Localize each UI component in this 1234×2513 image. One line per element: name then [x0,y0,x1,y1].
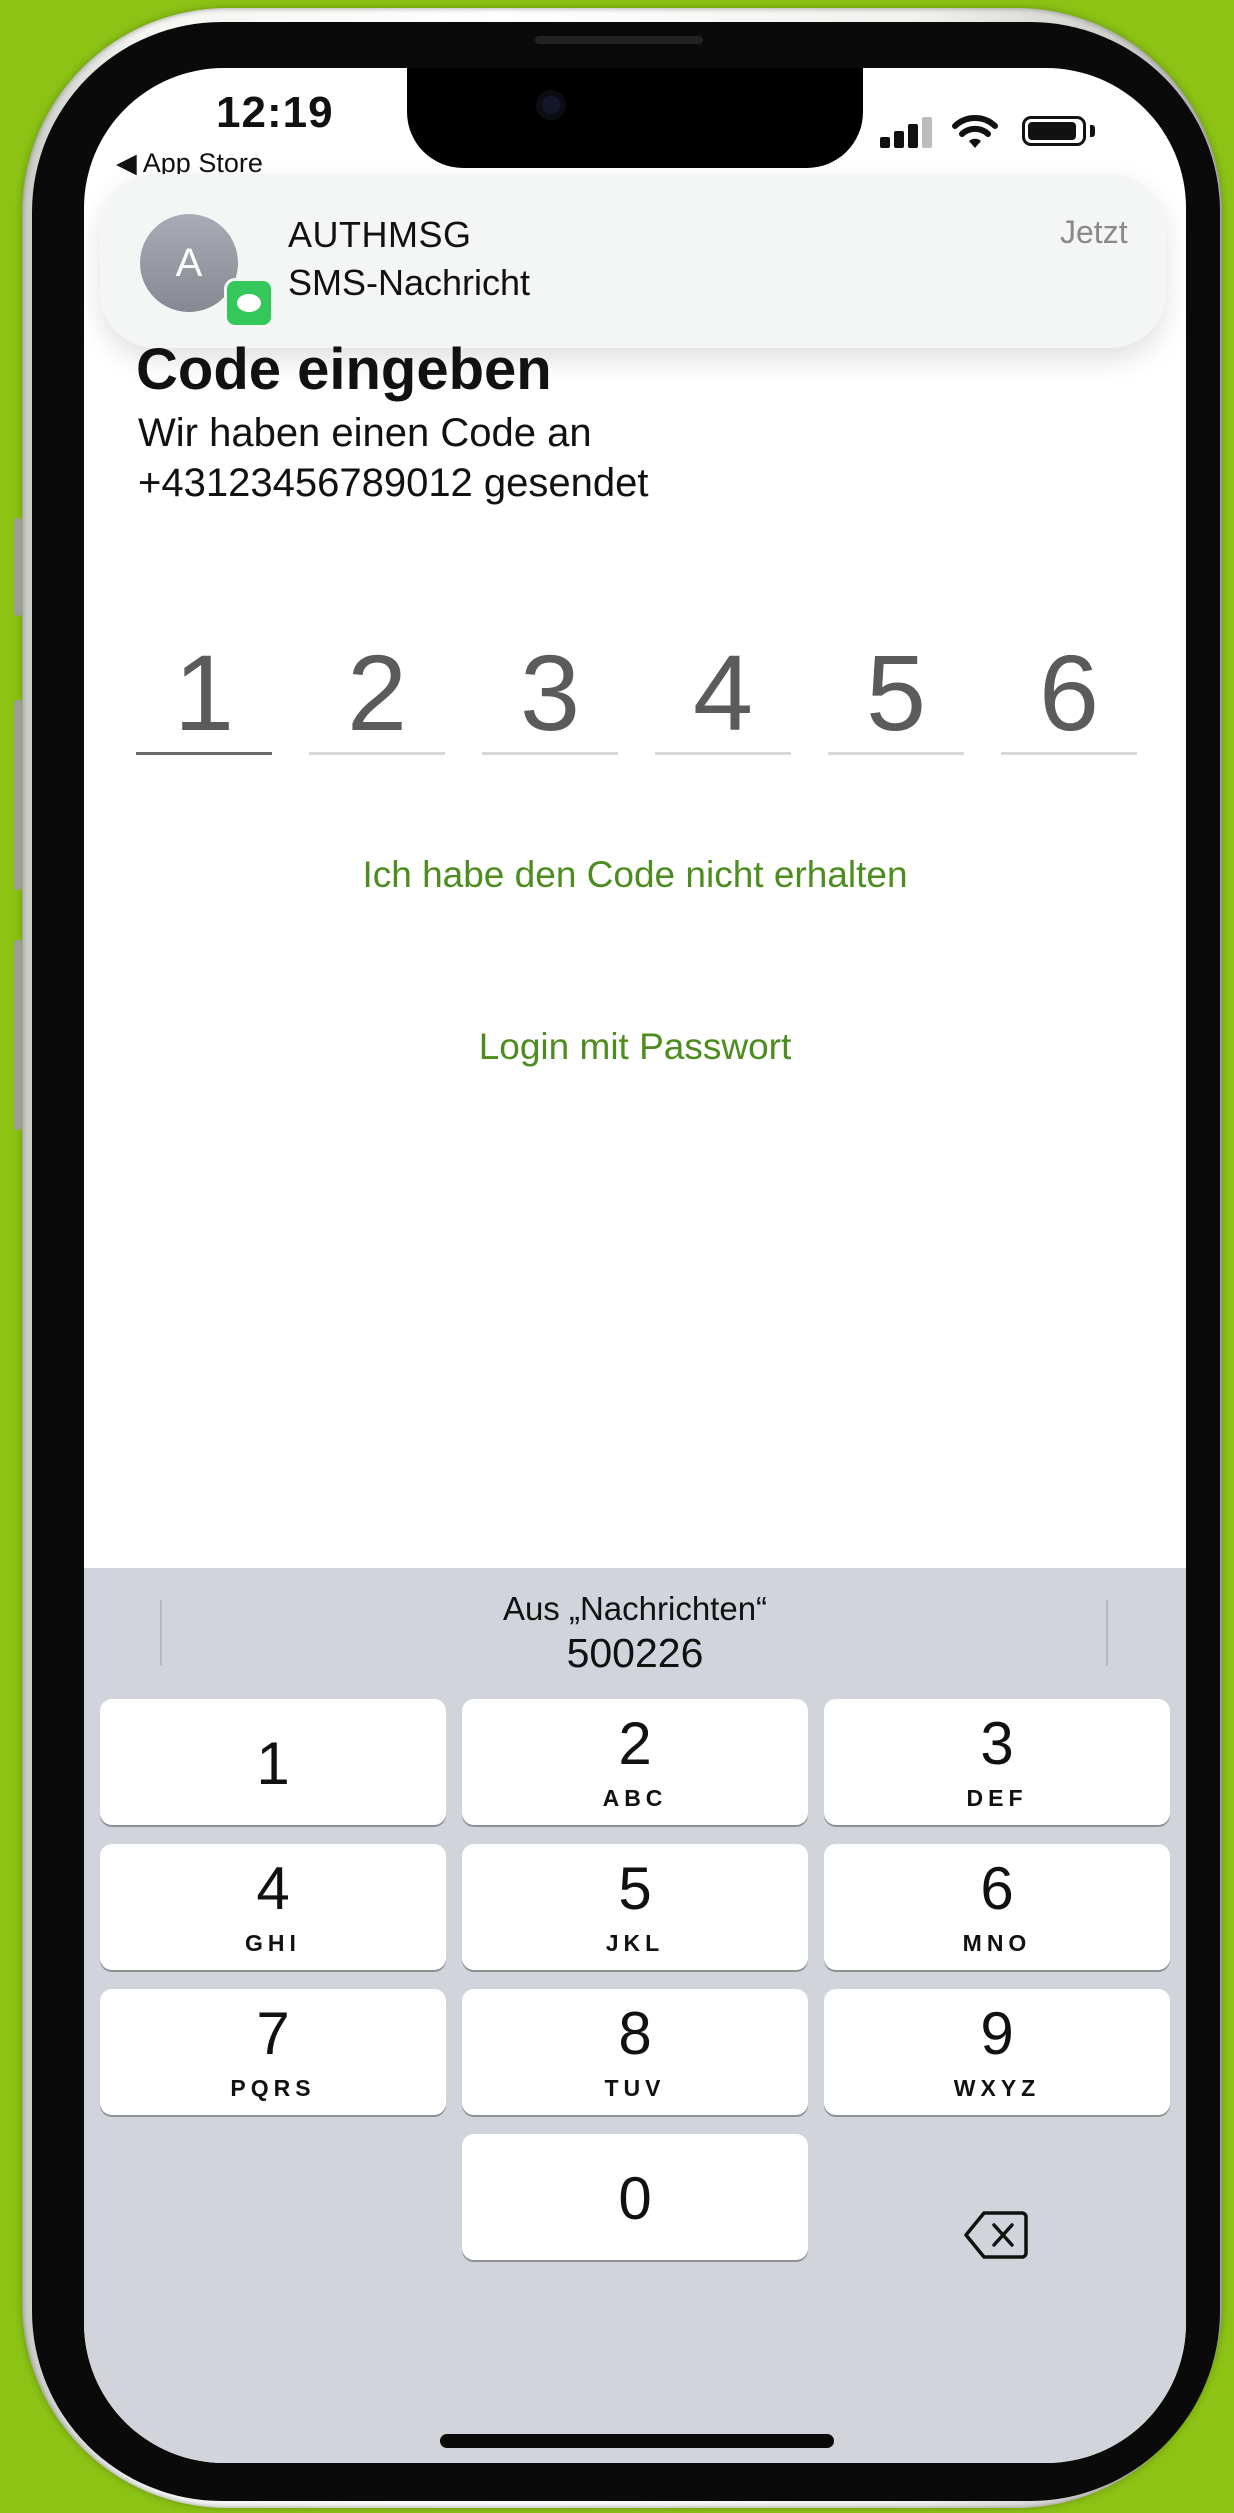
battery-tip [1090,125,1095,137]
key-7-letters: PQRS [230,2075,316,2101]
key-5[interactable]: 5 JKL [462,1844,808,1970]
dynamic-island [407,68,863,168]
key-5-number: 5 [618,1855,652,1922]
key-9-letters: WXYZ [953,2075,1041,2101]
key-3-letters: DEF [966,1785,1028,1811]
page-subtitle: Wir haben einen Code an +43123456789012 … [138,408,649,508]
notification-time: Jetzt [1060,214,1128,250]
page-title: Code eingeben [136,337,552,402]
sms-notification-banner[interactable]: A AUTHMSG SMS-Nachricht Jetzt [100,174,1166,348]
key-1-number: 1 [256,1730,290,1797]
phone-screen: 12:19 ◀ App Store A AUTHMSG SMS-Nachrich… [84,68,1186,2463]
wifi-icon [952,115,998,148]
key-4-number: 4 [256,1855,290,1922]
autofill-code-suggestion[interactable]: 500226 [84,1630,1186,1677]
no-code-received-link[interactable]: Ich habe den Code nicht erhalten [84,854,1186,896]
login-with-password-link[interactable]: Login mit Passwort [84,1026,1186,1068]
code-digit-1[interactable]: 1 [136,638,272,755]
battery-icon [1022,116,1086,146]
key-3[interactable]: 3 DEF [824,1699,1170,1825]
code-digit-6[interactable]: 6 [1001,638,1137,755]
numeric-keyboard: Aus „Nachrichten“ 500226 1 2 ABC 3 DEF 4… [84,1568,1186,2463]
earpiece-speaker [535,36,703,44]
key-4[interactable]: 4 GHI [100,1844,446,1970]
key-6-number: 6 [980,1855,1014,1922]
key-9[interactable]: 9 WXYZ [824,1989,1170,2115]
backspace-icon[interactable] [964,2209,1028,2261]
key-0-number: 0 [618,2165,652,2232]
notification-type: SMS-Nachricht [288,262,531,303]
key-1[interactable]: 1 [100,1699,446,1825]
key-2-number: 2 [618,1710,652,1777]
key-8-number: 8 [618,2000,652,2067]
key-0[interactable]: 0 [462,2134,808,2260]
key-4-letters: GHI [245,1930,301,1956]
messages-app-icon [224,278,274,328]
front-camera [536,90,566,120]
key-7[interactable]: 7 PQRS [100,1989,446,2115]
subtitle-line-1: Wir haben einen Code an [138,411,592,455]
autofill-source[interactable]: Aus „Nachrichten“ [84,1590,1186,1628]
action-button [14,518,22,616]
key-7-number: 7 [256,2000,290,2067]
volume-down-button [14,940,22,1130]
key-6[interactable]: 6 MNO [824,1844,1170,1970]
key-2-letters: ABC [602,1785,668,1811]
key-6-letters: MNO [962,1930,1032,1956]
key-3-number: 3 [980,1710,1014,1777]
subtitle-line-2: +43123456789012 gesendet [138,461,649,505]
volume-up-button [14,700,22,890]
key-8[interactable]: 8 TUV [462,1989,808,2115]
key-2[interactable]: 2 ABC [462,1699,808,1825]
notification-sender: AUTHMSG [288,214,472,255]
code-digit-4[interactable]: 4 [655,638,791,755]
key-5-letters: JKL [605,1930,665,1956]
code-digit-2[interactable]: 2 [309,638,445,755]
home-indicator[interactable] [440,2434,834,2448]
status-time: 12:19 [216,88,334,137]
key-9-number: 9 [980,2000,1014,2067]
cellular-signal-icon [880,116,936,148]
key-8-letters: TUV [604,2075,666,2101]
code-digit-5[interactable]: 5 [828,638,964,755]
code-digit-3[interactable]: 3 [482,638,618,755]
